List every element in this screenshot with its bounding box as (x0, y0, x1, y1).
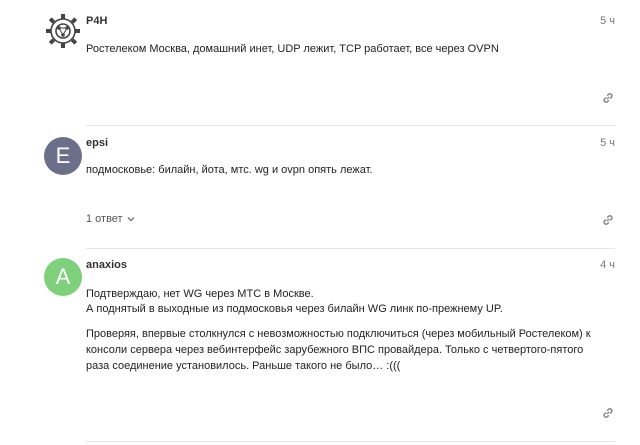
post-time[interactable]: 5 ч (600, 15, 615, 27)
divider (86, 441, 615, 442)
post-paragraph: Ростелеком Москва, домашний инет, UDP ле… (86, 43, 499, 55)
post-p4h: P4H 5 ч Ростелеком Москва, домашний инет… (0, 0, 640, 125)
post-body: Ростелеком Москва, домашний инет, UDP ле… (86, 42, 606, 57)
avatar-letter: E (55, 143, 71, 168)
post-body: Подтверждаю, нет WG через МТС в Москве. … (86, 287, 606, 374)
post-paragraph: Подтверждаю, нет WG через МТС в Москве. (86, 288, 314, 300)
post-time[interactable]: 4 ч (600, 259, 615, 271)
username[interactable]: anaxios (86, 259, 127, 271)
share-link-icon[interactable] (601, 91, 615, 105)
avatar-letter: A (55, 264, 71, 289)
post-paragraph: А поднятый в выходные из подмосковья чер… (86, 303, 503, 315)
replies-toggle[interactable]: 1 ответ (86, 213, 136, 225)
post-anaxios: A anaxios 4 ч Подтверждаю, нет WG через … (0, 249, 640, 441)
post-paragraph: Проверяя, впервые столкнулся с невозможн… (86, 328, 591, 372)
avatar[interactable]: E (44, 137, 82, 175)
share-link-icon[interactable] (601, 406, 615, 420)
username[interactable]: epsi (86, 137, 108, 149)
share-link-icon[interactable] (601, 213, 615, 227)
post-paragraph: подмосковье: билайн, йота, мтс. wg и ovp… (86, 164, 373, 176)
avatar[interactable] (44, 12, 82, 50)
post-body: подмосковье: билайн, йота, мтс. wg и ovp… (86, 163, 606, 178)
replies-label: 1 ответ (86, 213, 123, 225)
avatar[interactable]: A (44, 258, 82, 296)
gear-network-icon (46, 14, 80, 48)
post-time[interactable]: 5 ч (600, 137, 615, 149)
post-epsi: E epsi 5 ч подмосковье: билайн, йота, мт… (0, 126, 640, 248)
username[interactable]: P4H (86, 15, 107, 27)
chevron-down-icon (127, 217, 135, 222)
